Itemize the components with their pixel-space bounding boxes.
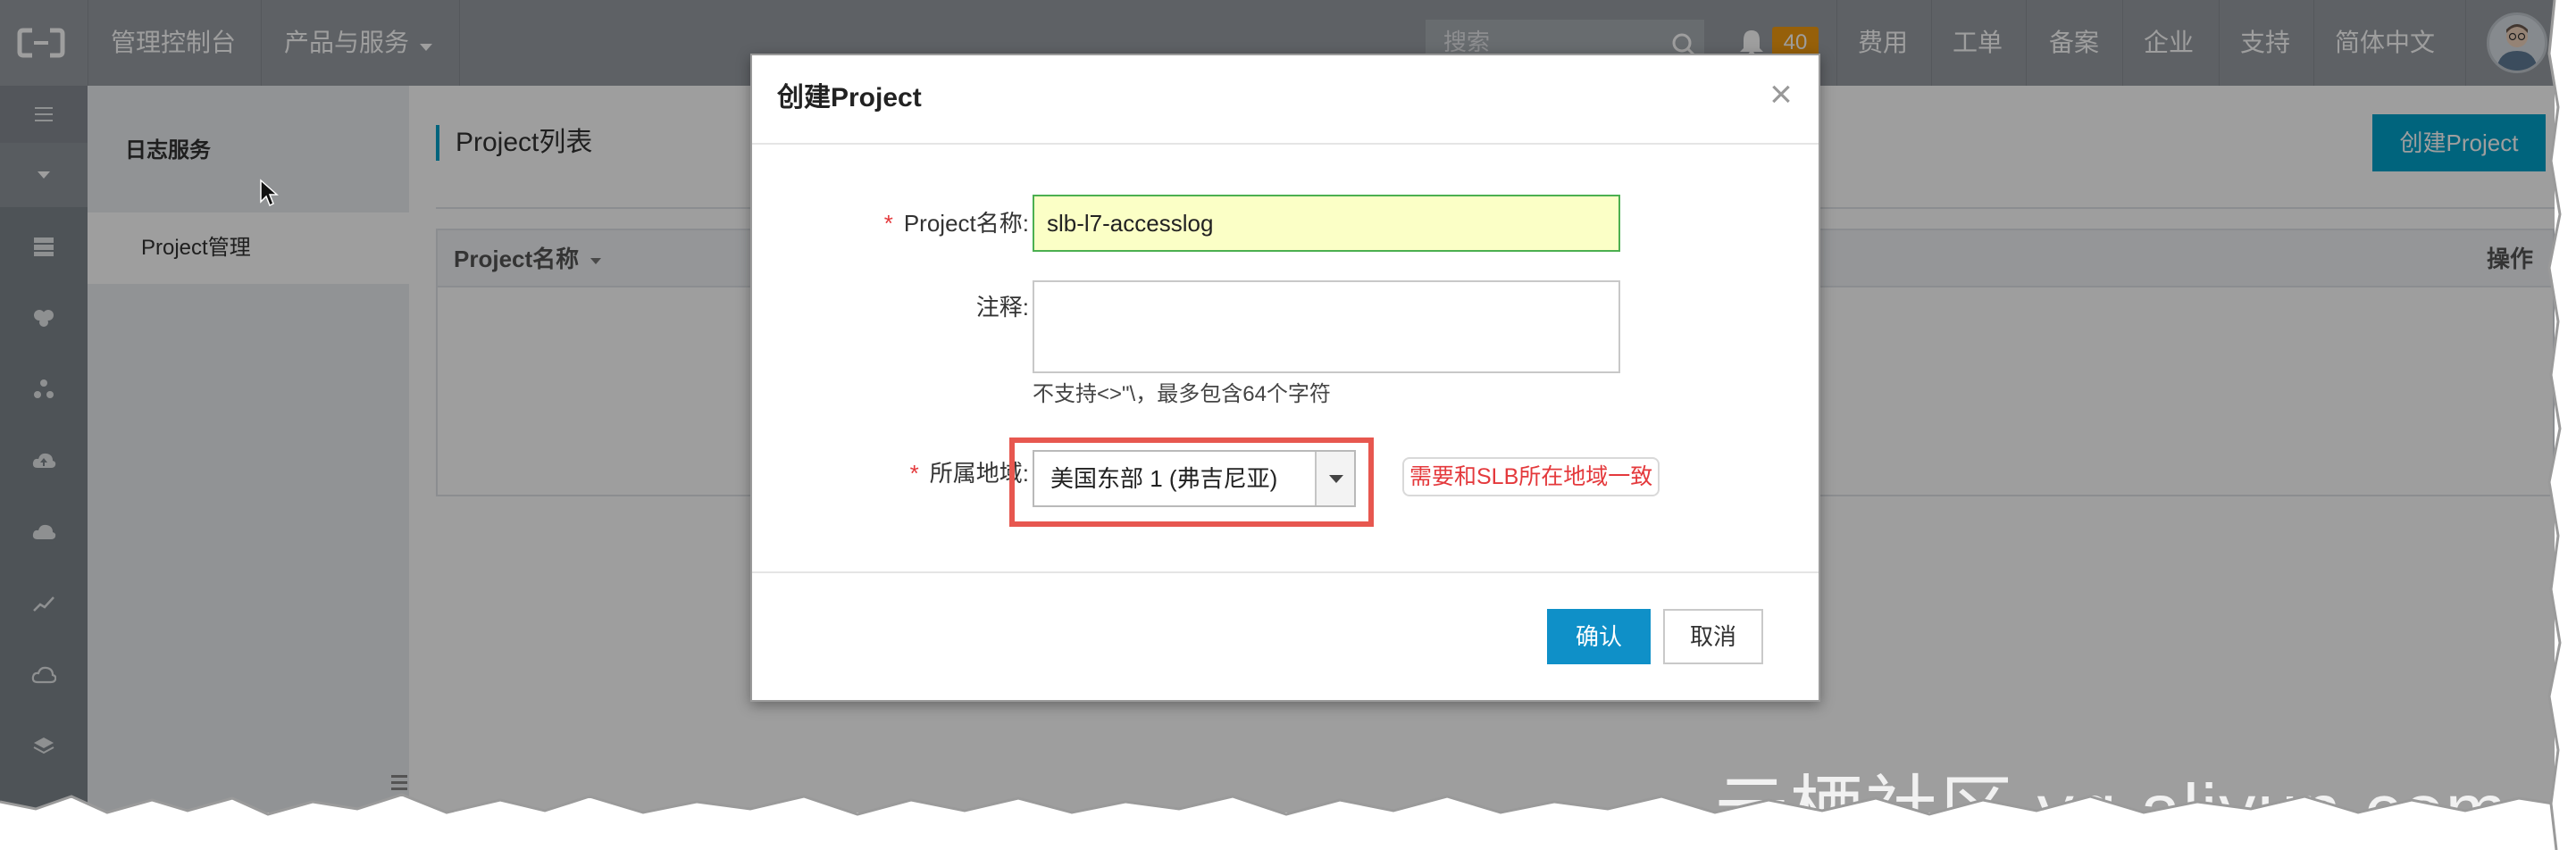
torn-edge-decoration	[0, 793, 2576, 850]
close-icon[interactable]: ×	[1760, 73, 1802, 116]
region-select[interactable]: 美国东部 1 (弗吉尼亚)	[1033, 450, 1356, 507]
confirm-button[interactable]: 确认	[1547, 609, 1651, 664]
project-name-label-text: Project名称:	[903, 210, 1029, 237]
torn-edge-decoration	[2547, 0, 2576, 850]
dialog-title: 创建Project	[777, 83, 922, 112]
dialog-header-divider	[752, 143, 1819, 145]
project-name-label: * Project名称:	[804, 205, 1029, 241]
browser-frame: 管理控制台 产品与服务 搜索 40 费用 工单 备案 企业 支持 简体中文 日志…	[0, 0, 2555, 812]
dialog-footer-divider	[752, 571, 1819, 573]
note-hint: 不支持<>"\，最多包含64个字符	[1033, 382, 1331, 406]
project-name-input[interactable]: slb-l7-accesslog	[1033, 195, 1620, 252]
mouse-cursor-icon	[259, 179, 280, 209]
chevron-down-icon[interactable]	[1315, 452, 1354, 505]
required-mark: *	[909, 460, 919, 487]
cancel-button[interactable]: 取消	[1663, 609, 1763, 664]
note-label: 注释:	[975, 294, 1029, 321]
region-label: * 所属地域:	[804, 455, 1029, 491]
region-callout: 需要和SLB所在地域一致	[1402, 457, 1660, 496]
create-project-dialog	[750, 54, 1820, 702]
required-mark: *	[883, 210, 893, 237]
note-textarea[interactable]	[1033, 280, 1620, 373]
